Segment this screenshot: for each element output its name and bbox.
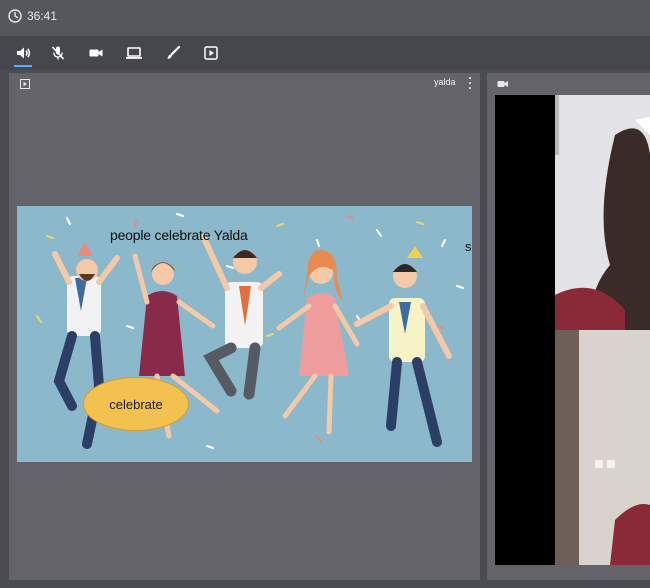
laptop-icon [126, 47, 142, 59]
play-box-icon [204, 46, 218, 60]
participant-video-top [555, 95, 650, 330]
bubble-label: celebrate [109, 396, 163, 412]
video-camera-icon [497, 81, 508, 87]
brush-icon [167, 45, 181, 59]
presentation-icon [20, 79, 30, 89]
timer-value: 36:41 [27, 9, 58, 23]
participant-name: yalda [434, 77, 456, 87]
screen-share-button[interactable] [124, 44, 144, 62]
whiteboard-button[interactable] [163, 44, 183, 62]
clock-icon [8, 9, 22, 23]
video-feed-black [495, 95, 555, 565]
video-panel [487, 73, 650, 580]
presentation-button[interactable] [201, 44, 221, 62]
participant-video-scene-bottom [555, 330, 650, 565]
celebrate-bubble: celebrate [83, 377, 189, 431]
speaker-button[interactable] [13, 44, 33, 67]
camera-button[interactable] [86, 44, 106, 62]
celebration-illustration [36, 213, 464, 449]
presentation-panel: yalda people celebrate Yalda s celebrate [9, 73, 480, 580]
media-toolbar [0, 36, 650, 70]
slide-edge-text: s [465, 239, 472, 254]
microphone-button[interactable] [48, 44, 68, 62]
mic-off-icon [51, 46, 65, 60]
top-bar: 36:41 [0, 0, 650, 36]
slide-title: people celebrate Yalda [110, 227, 248, 243]
participant-video-scene-top [555, 95, 650, 330]
more-options-icon[interactable] [468, 77, 472, 89]
slide-content: people celebrate Yalda s celebrate [17, 206, 472, 462]
participant-video-bottom [555, 330, 650, 565]
speaker-icon [17, 47, 31, 59]
video-camera-icon [89, 49, 103, 57]
session-timer: 36:41 [8, 9, 57, 23]
